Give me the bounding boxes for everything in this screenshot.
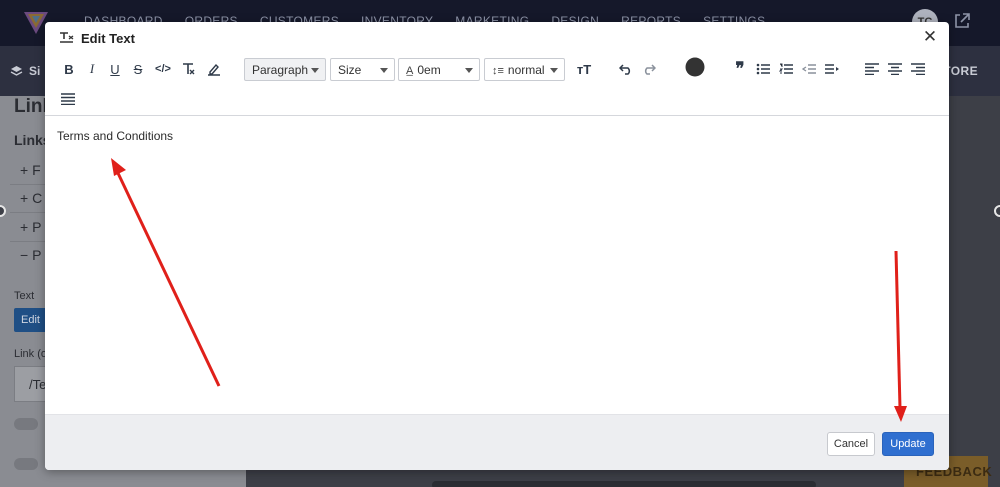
font-size-select[interactable]: Size xyxy=(330,58,395,81)
letter-spacing-select[interactable]: A̲ 0em xyxy=(398,58,480,81)
indent-icon[interactable] xyxy=(823,58,841,80)
paragraph-format-value: Paragraph xyxy=(252,63,309,77)
editor-content[interactable]: Terms and Conditions xyxy=(57,129,173,143)
chevron-down-icon xyxy=(465,68,473,73)
line-height-icon: ↕≡ xyxy=(492,65,504,77)
paragraph-format-select[interactable]: Paragraph xyxy=(244,58,326,81)
undo-icon[interactable] xyxy=(617,58,635,80)
underline-icon[interactable]: U xyxy=(106,58,124,80)
toggle-switch[interactable] xyxy=(14,418,38,430)
external-link-icon[interactable] xyxy=(952,11,972,31)
close-icon[interactable]: ✕ xyxy=(921,28,939,46)
layers-icon xyxy=(10,66,23,76)
align-left-icon[interactable] xyxy=(863,58,881,80)
resize-handle-right[interactable] xyxy=(994,205,1000,217)
italic-icon[interactable]: I xyxy=(83,58,101,80)
outdent-icon[interactable] xyxy=(800,58,818,80)
clear-format-icon[interactable] xyxy=(179,58,197,80)
strikethrough-icon[interactable]: S xyxy=(129,58,147,80)
align-right-icon[interactable] xyxy=(909,58,927,80)
align-justify-icon[interactable] xyxy=(59,88,77,110)
text-format-icon xyxy=(60,32,74,43)
color-swatch xyxy=(685,57,705,77)
site-selector[interactable]: Si xyxy=(10,64,40,78)
chevron-down-icon xyxy=(550,68,558,73)
letter-spacing-value: 0em xyxy=(417,63,441,77)
modal-header: Edit Text ✕ xyxy=(45,22,949,54)
link-item[interactable]: + P xyxy=(20,219,41,235)
align-center-icon[interactable] xyxy=(886,58,904,80)
rich-text-toolbar: B I U S </> Paragraph Size A̲ 0em ↕≡ norma… xyxy=(45,54,949,116)
link-item[interactable]: + F xyxy=(20,162,41,178)
text-label: Text xyxy=(14,290,35,302)
chevron-down-icon xyxy=(311,68,319,73)
link-item[interactable]: + C xyxy=(20,190,42,206)
numbered-list-icon[interactable] xyxy=(777,58,795,80)
code-icon[interactable]: </> xyxy=(152,58,174,80)
update-button[interactable]: Update xyxy=(882,432,934,456)
bullet-list-icon[interactable] xyxy=(754,58,772,80)
line-height-select[interactable]: ↕≡ normal xyxy=(484,58,565,81)
modal-footer: Cancel Update xyxy=(45,414,949,470)
canvas-element xyxy=(432,481,816,487)
font-size-value: Size xyxy=(338,63,362,77)
highlight-icon[interactable] xyxy=(205,58,223,80)
blockquote-icon[interactable]: ❞ xyxy=(731,58,749,80)
link-label: Link (o xyxy=(14,348,48,360)
chevron-down-icon xyxy=(380,68,388,73)
modal-title: Edit Text xyxy=(81,31,135,46)
line-height-value: normal xyxy=(507,63,545,77)
text-size-icon[interactable]: ᴛT xyxy=(574,58,594,80)
bold-icon[interactable]: B xyxy=(60,58,78,80)
link-item[interactable]: − P xyxy=(20,247,41,263)
text-color-picker[interactable] xyxy=(684,56,706,78)
cancel-button[interactable]: Cancel xyxy=(827,432,875,456)
text-editor-area[interactable]: Terms and Conditions xyxy=(45,117,949,414)
site-label: Si xyxy=(29,64,41,78)
redo-icon[interactable] xyxy=(640,58,658,80)
toggle-switch[interactable] xyxy=(14,458,38,470)
letter-spacing-icon: A̲ xyxy=(406,65,414,77)
edit-text-modal: Edit Text ✕ B I U S </> Paragraph Size A… xyxy=(45,22,949,470)
